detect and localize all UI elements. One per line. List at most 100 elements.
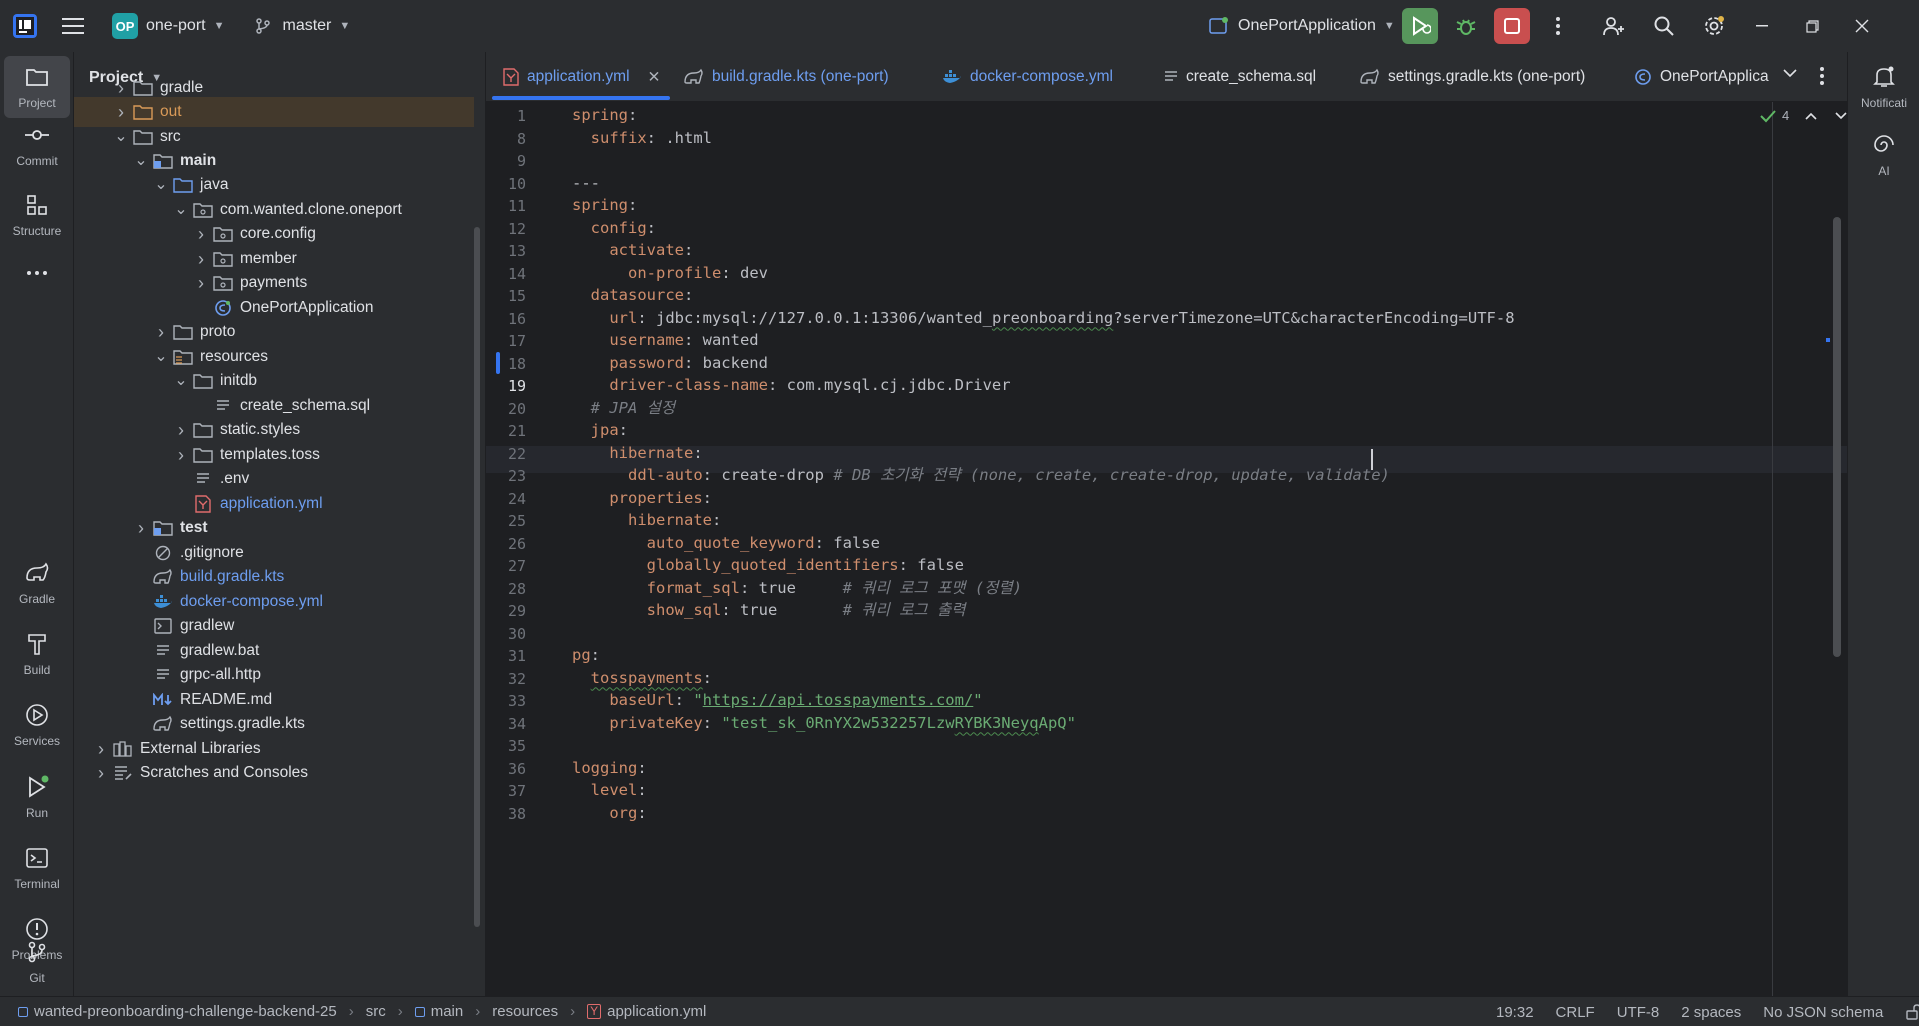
indent-setting[interactable]: 2 spaces [1681,1004,1741,1021]
project-switcher[interactable]: OP one-port ▼ [104,0,232,52]
right-margin-guide [1772,102,1773,996]
code-token: hibernate [609,443,694,462]
tree-item-label: core.config [240,225,316,242]
code-line: show_sql: true # 쿼리 로그 출력 [572,597,966,624]
chevron-right-icon[interactable]: › [190,224,212,245]
chevron-right-icon[interactable]: › [170,445,192,466]
json-schema-selector[interactable]: No JSON schema [1763,1004,1883,1021]
code-token: --- [572,173,600,192]
breadcrumb-item[interactable]: resources [492,1003,558,1020]
vcs-change-marker[interactable] [496,352,500,374]
code-token: # 쿼리 로그 출력 [842,601,966,619]
restore-button[interactable] [1802,19,1822,33]
chevron-up-icon[interactable] [1805,111,1817,121]
tool-run-button[interactable]: Run [4,766,70,828]
debug-button[interactable] [1448,8,1484,44]
line-number: 8 [516,129,526,148]
tool-label: Structure [12,224,62,238]
tool-commit-button[interactable]: Commit [4,114,70,176]
chevron-down-icon[interactable]: ⌄ [170,373,192,389]
inspection-widget[interactable]: 4 [1760,108,1847,123]
tree-item[interactable]: › Scratches and Consoles [74,758,474,788]
tab-build-gradle-kts[interactable]: build.gradle.kts (one-port) [684,52,889,102]
tool-git-button[interactable]: Git [4,930,70,994]
chevron-down-icon[interactable]: ⌄ [150,349,172,365]
tab-list-dropdown-button[interactable] [1783,66,1797,81]
code-line: suffix: .html [572,125,712,152]
chevron-down-icon[interactable]: ⌄ [110,129,132,145]
tab-settings-gradle-kts[interactable]: settings.gradle.kts (one-port) [1360,52,1585,102]
tool-build-button[interactable]: Build [4,623,70,685]
breadcrumb-item[interactable]: application.yml [607,1003,706,1020]
tool-structure-button[interactable]: Structure [4,184,70,246]
close-window-button[interactable] [1852,19,1872,33]
line-number: 20 [507,399,526,418]
chevron-down-icon[interactable]: ⌄ [130,153,152,169]
settings-button[interactable] [1696,8,1732,44]
code-editor[interactable]: 1 8 9 10 11 12 13 14 15 16 17 18 19 20 21 22 23 24 25 26 27 2… [486,102,1847,996]
tool-project-button[interactable]: Project [4,56,70,118]
main-menu-icon[interactable] [62,17,84,35]
breadcrumb-item[interactable]: wanted-preonboarding-challenge-backend-2… [34,1003,337,1020]
chevron-right-icon[interactable]: › [190,249,212,270]
tab-oneport-application[interactable]: OnePortApplica [1634,52,1769,102]
unlock-icon[interactable] [1905,1004,1919,1020]
tool-ai-button[interactable]: AI [1851,124,1917,186]
code-token: level [590,781,638,799]
text-icon [152,665,174,685]
more-tools-button[interactable] [4,242,70,304]
caret-position[interactable]: 19:32 [1496,1004,1534,1021]
branch-switcher[interactable]: master ▼ [246,0,358,52]
rerun-button[interactable] [1402,8,1438,44]
more-actions-button[interactable] [1540,8,1576,44]
run-config-selector[interactable]: OnePortApplication ▼ [1200,0,1403,52]
search-everywhere-button[interactable] [1646,8,1682,44]
chevron-right-icon[interactable]: › [190,273,212,294]
line-number: 13 [507,242,526,260]
editor-tabs-more-button[interactable] [1819,66,1825,90]
tool-label: Notificati [1860,96,1907,110]
tool-services-button[interactable]: Services [4,694,70,756]
code-with-me-button[interactable] [1596,8,1632,44]
more-vertical-icon [1820,67,1824,85]
code-token: : wanted [683,331,759,349]
close-tab-icon[interactable]: ✕ [648,68,661,87]
breadcrumb: wanted-preonboarding-challenge-backend-2… [18,1003,706,1020]
chevron-right-icon[interactable]: › [90,763,112,784]
chevron-right-icon[interactable]: › [110,78,132,99]
line-number-gutter[interactable]: 1 8 9 10 11 12 13 14 15 16 17 18 19 20 21 22 23 24 25 26 27 2… [486,102,551,996]
stop-button[interactable] [1494,8,1530,44]
tree-item-label: .env [220,470,250,487]
tab-application-yml[interactable]: application.yml ✕ [503,52,661,102]
chevron-right-icon[interactable]: › [170,420,192,441]
chevron-down-icon[interactable] [1835,111,1847,121]
minimize-button[interactable] [1752,25,1772,27]
chevron-down-icon[interactable]: ⌄ [150,177,172,193]
chevron-right-icon[interactable]: › [130,518,152,539]
chevron-down-icon[interactable]: ⌄ [170,202,192,218]
tab-docker-compose-yml[interactable]: docker-compose.yml [942,52,1113,102]
project-scrollbar[interactable] [474,227,480,927]
line-separator[interactable]: CRLF [1556,1004,1595,1021]
breadcrumb-item[interactable]: main [431,1003,464,1020]
yaml-icon [192,494,214,514]
chevron-right-icon[interactable]: › [90,739,112,760]
tool-terminal-button[interactable]: Terminal [4,837,70,899]
chevron-right-icon[interactable]: › [110,102,132,123]
tool-gradle-button[interactable]: Gradle [4,552,70,614]
intellij-logo-icon[interactable] [12,13,38,39]
line-number: 35 [507,737,526,755]
code-token: : com.mysql.cj.jdbc.Driver [767,376,1011,394]
tree-item-label: static.styles [220,421,301,438]
code-token: datasource [590,286,684,304]
tree-item-label: test [180,519,208,536]
tab-create-schema-sql[interactable]: create_schema.sql [1164,52,1316,102]
chevron-right-icon[interactable]: › [150,322,172,343]
tool-notifications-button[interactable]: Notificati [1851,56,1917,118]
breadcrumb-item[interactable]: src [366,1003,386,1020]
editor-scrollbar[interactable] [1833,217,1841,657]
file-encoding[interactable]: UTF-8 [1617,1004,1660,1021]
tree-item-label: Scratches and Consoles [140,764,309,781]
